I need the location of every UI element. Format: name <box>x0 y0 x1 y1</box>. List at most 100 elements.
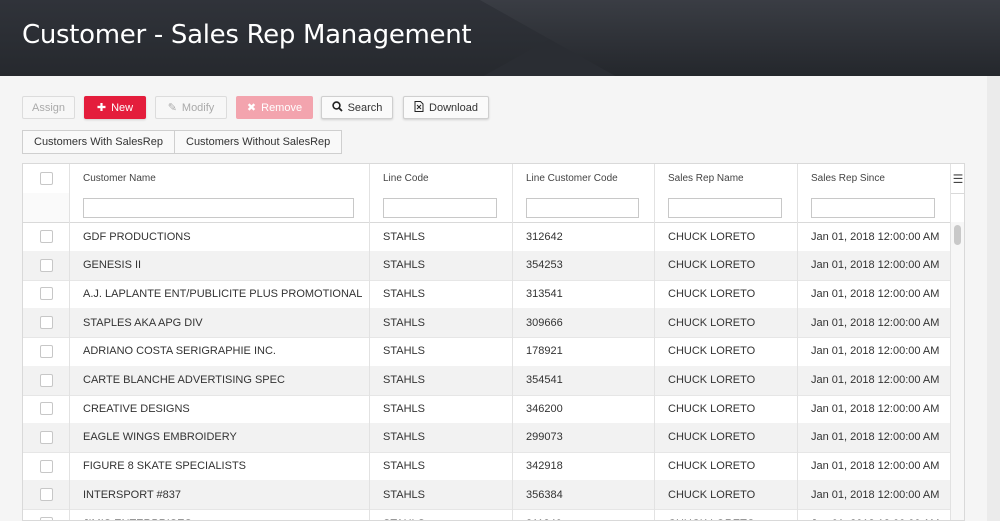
filter-cell <box>70 193 370 222</box>
filter-cell <box>370 193 513 222</box>
line-customer-code-cell: 342918 <box>513 451 655 481</box>
sales-rep-since-cell: Jan 01, 2018 12:00:00 AM <box>798 365 951 395</box>
row-select-cell <box>23 222 70 251</box>
sales-rep-name-cell: CHUCK LORETO <box>655 308 798 338</box>
remove-label: Remove <box>261 101 303 114</box>
sales-rep-since-cell: Jan 01, 2018 12:00:00 AM <box>798 250 951 280</box>
column-header-sales-rep-since[interactable]: Sales Rep Since <box>798 164 951 193</box>
row-select-cell <box>23 451 70 481</box>
row-checkbox[interactable] <box>39 287 53 301</box>
page-title: Customer - Sales Rep Management <box>22 20 472 50</box>
sales-rep-since-cell: Jan 01, 2018 12:00:00 AM <box>798 222 951 251</box>
download-button[interactable]: Download <box>403 96 489 119</box>
column-header-customer-name[interactable]: Customer Name <box>70 164 370 193</box>
grid-header-row: Customer Name Line Code Line Customer Co… <box>23 164 951 194</box>
customer-name-cell: GENESIS II <box>70 250 370 280</box>
table-row[interactable]: GDF PRODUCTIONS STAHLS 312642 CHUCK LORETO J… <box>23 222 951 252</box>
customer-grid: Customer Name Line Code Line Customer Co… <box>22 163 965 521</box>
new-label: New <box>111 101 134 114</box>
row-checkbox[interactable] <box>39 402 53 416</box>
remove-button[interactable]: ✖ Remove <box>236 96 313 119</box>
table-row[interactable]: STAPLES AKA APG DIV STAHLS 309666 CHUCK LOR… <box>23 308 951 339</box>
row-checkbox[interactable] <box>39 488 53 502</box>
table-row[interactable]: A.J. LAPLANTE ENT/PUBLICITE PLUS PROMOTI… <box>23 279 951 310</box>
assign-button[interactable]: Assign <box>22 96 75 119</box>
sales-rep-name-cell: CHUCK LORETO <box>655 365 798 395</box>
row-select-cell <box>23 250 70 280</box>
customers-without-salesrep-button[interactable]: Customers Without SalesRep <box>175 130 343 154</box>
table-row[interactable]: ADRIANO COSTA SERIGRAPHIE INC. STAHLS 1789… <box>23 336 951 367</box>
customer-name-cell: ADRIANO COSTA SERIGRAPHIE INC. <box>70 336 370 366</box>
header-decoration <box>480 0 1000 76</box>
table-row[interactable]: EAGLE WINGS EMBROIDERY STAHLS 299073 CHUCK … <box>23 422 951 453</box>
line-customer-code-filter-input[interactable] <box>526 197 639 218</box>
table-row[interactable]: CARTE BLANCHE ADVERTISING SPEC STAHLS 3545… <box>23 365 951 396</box>
line-code-cell: STAHLS <box>370 279 513 309</box>
assign-label: Assign <box>31 101 66 114</box>
sales-rep-name-cell: CHUCK LORETO <box>655 451 798 481</box>
table-row[interactable]: GENESIS II STAHLS 354253 CHUCK LORETO Jan 01… <box>23 250 951 281</box>
filter-cell <box>655 193 798 222</box>
select-all-checkbox[interactable] <box>39 172 53 185</box>
column-header-sales-rep-name[interactable]: Sales Rep Name <box>655 164 798 193</box>
customer-name-filter-input[interactable] <box>83 197 354 218</box>
hamburger-icon[interactable]: ☰ <box>951 164 964 194</box>
row-checkbox[interactable] <box>39 430 53 444</box>
modify-button[interactable]: ✎ Modify <box>155 96 227 119</box>
line-code-filter-input[interactable] <box>383 197 497 218</box>
sales-rep-name-cell: CHUCK LORETO <box>655 509 798 520</box>
file-download-icon <box>414 100 424 115</box>
sales-rep-since-cell: Jan 01, 2018 12:00:00 AM <box>798 509 951 520</box>
row-select-cell <box>23 509 70 520</box>
customer-name-cell: STAPLES AKA APG DIV <box>70 308 370 338</box>
sales-rep-since-cell: Jan 01, 2018 12:00:00 AM <box>798 394 951 424</box>
line-customer-code-cell: 356384 <box>513 480 655 510</box>
row-select-cell <box>23 394 70 424</box>
customer-name-cell: JIMIS ENTERPRISES <box>70 509 370 520</box>
customer-name-cell: INTERSPORT #837 <box>70 480 370 510</box>
row-select-cell <box>23 422 70 452</box>
customer-filter-tabs: Customers With SalesRep Customers Withou… <box>22 130 343 155</box>
row-checkbox[interactable] <box>39 517 53 520</box>
table-row[interactable]: FIGURE 8 SKATE SPECIALISTS STAHLS 342918 CH… <box>23 451 951 482</box>
column-header-line-code[interactable]: Line Code <box>370 164 513 193</box>
customer-name-cell: CREATIVE DESIGNS <box>70 394 370 424</box>
sales-rep-name-filter-input[interactable] <box>668 197 782 218</box>
line-code-cell: STAHLS <box>370 308 513 338</box>
line-customer-code-cell: 312642 <box>513 222 655 251</box>
table-row[interactable]: INTERSPORT #837 STAHLS 356384 CHUCK LORETO J… <box>23 480 951 511</box>
line-customer-code-cell: 354541 <box>513 365 655 395</box>
customer-name-cell: EAGLE WINGS EMBROIDERY <box>70 422 370 452</box>
sales-rep-since-cell: Jan 01, 2018 12:00:00 AM <box>798 480 951 510</box>
line-code-cell: STAHLS <box>370 365 513 395</box>
line-code-cell: STAHLS <box>370 422 513 452</box>
row-checkbox[interactable] <box>39 344 53 358</box>
line-code-cell: STAHLS <box>370 509 513 520</box>
customer-name-cell: CARTE BLANCHE ADVERTISING SPEC <box>70 365 370 395</box>
sales-rep-name-cell: CHUCK LORETO <box>655 250 798 280</box>
column-header-line-customer-code[interactable]: Line Customer Code <box>513 164 655 193</box>
line-customer-code-cell: 311840 <box>513 509 655 520</box>
sales-rep-name-cell: CHUCK LORETO <box>655 480 798 510</box>
row-checkbox[interactable] <box>39 258 53 272</box>
row-checkbox[interactable] <box>39 459 53 473</box>
row-checkbox[interactable] <box>39 373 53 387</box>
row-checkbox[interactable] <box>39 316 53 330</box>
sales-rep-since-cell: Jan 01, 2018 12:00:00 AM <box>798 279 951 309</box>
search-button[interactable]: Search <box>321 96 393 119</box>
new-button[interactable]: ✚ New <box>84 96 146 119</box>
table-row[interactable]: JIMIS ENTERPRISESSTAHLS311840CHUCK LORET… <box>23 509 951 520</box>
line-code-cell: STAHLS <box>370 250 513 280</box>
scrollbar-thumb[interactable] <box>954 225 961 245</box>
row-select-cell <box>23 480 70 510</box>
sales-rep-since-filter-input[interactable] <box>811 197 935 218</box>
edit-icon: ✎ <box>167 102 177 114</box>
grid-scrollbar[interactable] <box>951 222 964 520</box>
line-code-cell: STAHLS <box>370 336 513 366</box>
row-checkbox[interactable] <box>39 230 53 243</box>
customers-with-salesrep-button[interactable]: Customers With SalesRep <box>22 130 175 154</box>
line-customer-code-cell: 313541 <box>513 279 655 309</box>
line-code-cell: STAHLS <box>370 394 513 424</box>
table-row[interactable]: CREATIVE DESIGNS STAHLS 346200 CHUCK LORETO… <box>23 394 951 425</box>
customer-name-cell: A.J. LAPLANTE ENT/PUBLICITE PLUS PROMOTI… <box>70 279 370 309</box>
